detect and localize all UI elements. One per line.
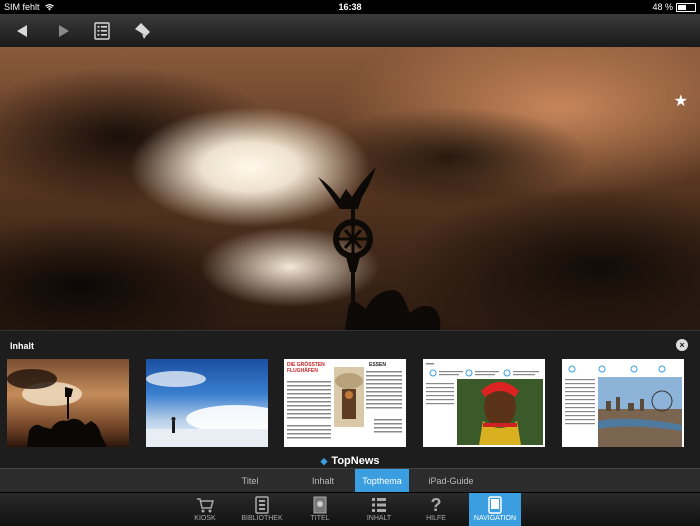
- nav-hilfe[interactable]: ? HILFE: [411, 493, 461, 526]
- page-thumbnail-2[interactable]: [146, 359, 268, 447]
- nav-inhalt[interactable]: INHALT: [354, 493, 404, 526]
- nav-titel[interactable]: TITEL: [295, 493, 345, 526]
- thumbnail-headline: DIE GRÖSSTEN FLUGHÄFEN: [287, 362, 325, 374]
- tab-topthema[interactable]: Topthema: [355, 469, 409, 493]
- tab-ipad-guide[interactable]: iPad-Guide: [418, 469, 484, 493]
- nav-hilfe-label: HILFE: [426, 515, 446, 522]
- contents-panel: Inhalt × DIE GRÖSSTEN FLUGHÄFEN ESSEN ◆ …: [0, 330, 700, 469]
- section-tabs: Titel Inhalt Topthema iPad-Guide: [0, 468, 700, 493]
- nav-kiosk[interactable]: KIOSK: [180, 493, 230, 526]
- quadriga-silhouette: [318, 167, 441, 330]
- bookmark-icon: [135, 23, 150, 39]
- forward-button[interactable]: [52, 21, 76, 41]
- cover-icon: [313, 496, 327, 514]
- cart-icon: [197, 498, 214, 513]
- nav-bibliothek[interactable]: BIBLIOTHEK: [237, 493, 287, 526]
- page-thumbnail-5[interactable]: [562, 359, 684, 447]
- nav-navigation[interactable]: NAVIGATION: [469, 493, 521, 526]
- reader-toolbar: [0, 14, 700, 48]
- diamond-icon: ◆: [320, 456, 328, 466]
- nav-bibliothek-label: BIBLIOTHEK: [241, 515, 283, 522]
- panel-title: Inhalt: [10, 341, 34, 351]
- clock: 16:38: [338, 2, 362, 12]
- thumbnail-image: [7, 369, 107, 447]
- page-thumbnail-3[interactable]: DIE GRÖSSTEN FLUGHÄFEN ESSEN: [284, 359, 406, 447]
- nav-titel-label: TITEL: [310, 515, 330, 522]
- thumbnail-image: [565, 365, 682, 447]
- page-thumbnail-4[interactable]: [423, 359, 545, 447]
- page-thumbnail-1[interactable]: [7, 359, 129, 447]
- tab-inhalt[interactable]: Inhalt: [295, 469, 351, 493]
- nav-inhalt-label: INHALT: [366, 515, 392, 522]
- tab-titel[interactable]: Titel: [220, 469, 280, 493]
- list-icon: [94, 22, 110, 40]
- contents-list-button[interactable]: [90, 21, 114, 41]
- close-icon[interactable]: ×: [676, 339, 688, 351]
- article-hero-image[interactable]: ★: [0, 47, 700, 330]
- status-bar: SIM fehlt 16:38 48 %: [0, 0, 700, 14]
- back-icon: [17, 25, 27, 37]
- battery-icon: [676, 2, 696, 12]
- section-label: ◆ TopNews: [320, 455, 380, 467]
- bookmark-button[interactable]: [130, 21, 154, 41]
- library-icon: [255, 496, 269, 514]
- thumbnail-side-heading: ESSEN: [369, 362, 386, 368]
- tablet-icon: [488, 496, 502, 514]
- help-icon: ?: [430, 494, 442, 515]
- thumbnail-image: [146, 371, 268, 447]
- nav-kiosk-label: KIOSK: [194, 515, 216, 522]
- bottom-navigation: KIOSK BIBLIOTHEK TITEL INHALT ? HILFE NA…: [0, 492, 700, 526]
- forward-icon: [59, 25, 69, 37]
- contents-icon: [372, 498, 386, 512]
- back-button[interactable]: [10, 21, 34, 41]
- thumbnail-image: [426, 363, 543, 445]
- favorite-star-icon[interactable]: ★: [674, 91, 688, 111]
- battery-percent: 48 %: [652, 2, 673, 12]
- nav-navigation-label: NAVIGATION: [473, 515, 517, 522]
